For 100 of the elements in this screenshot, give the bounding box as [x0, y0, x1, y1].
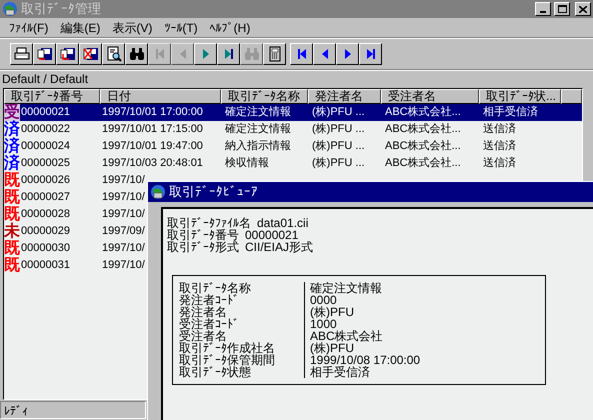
magnifier-page-icon — [106, 46, 122, 62]
table-row[interactable]: 既00000028 1997/10/ — [4, 206, 147, 223]
path-label: Default / Default — [2, 70, 88, 88]
toolbar-button[interactable] — [56, 43, 79, 65]
toolbar-button[interactable] — [79, 43, 102, 65]
table-cell-text: 00000025 — [20, 156, 70, 172]
floppy-delete-icon — [82, 46, 98, 62]
toolbar-button[interactable] — [125, 43, 148, 65]
toolbar-button[interactable] — [263, 43, 286, 65]
table-cell: 1997/10/ — [102, 174, 145, 186]
table-row[interactable]: 済00000024 1997/10/01 19:47:00 納入指示情報 (株)PFU ... ABC株式会社... 送信済 — [4, 138, 582, 155]
toolbar-button[interactable] — [359, 43, 382, 65]
table-cell: ABC株式会社... — [385, 123, 461, 136]
menu-item[interactable]: ﾍﾙﾌﾟ(H) — [206, 18, 254, 36]
minimize-icon — [540, 11, 546, 13]
field-value: CII/EIAJ形式 — [245, 241, 314, 253]
table-cell-text: 00000031 — [20, 258, 70, 274]
table-row[interactable]: 受00000021 1997/10/01 17:00:00 確定注文情報 (株)PFU ... ABC株式会社... 相手受信済 — [4, 104, 582, 121]
table-cell: ABC株式会社... — [385, 140, 461, 152]
toolbar-button[interactable] — [336, 43, 359, 65]
status-mark: 既 — [4, 206, 20, 223]
table-cell: ABC株式会社... — [385, 157, 461, 170]
table-cell: 1997/10/01 17:00:00 — [102, 106, 203, 118]
table-cell: 1997/10/ — [102, 208, 145, 220]
field-value: (株)PFU — [310, 342, 354, 354]
field-value: 1999/10/08 17:00:00 — [310, 354, 420, 366]
toolbar-button[interactable] — [10, 43, 33, 65]
field-label: 発注者名 — [179, 306, 228, 318]
close-icon — [579, 6, 587, 12]
column-header[interactable]: 発注者名 — [308, 89, 381, 104]
minimize-button[interactable] — [535, 2, 551, 16]
field-label: 取引ﾃﾞｰﾀ状態 — [179, 366, 251, 378]
table-cell: ABC株式会社... — [385, 106, 461, 118]
status-mark: 既 — [4, 257, 20, 274]
field-label: 取引ﾃﾞｰﾀ作成社名 — [179, 342, 276, 354]
binoculars-icon — [128, 46, 144, 62]
window-title: 取引ﾃﾞｰﾀﾋﾞｭｰｱ — [169, 183, 258, 202]
table-row[interactable]: 既00000026 1997/10/ — [4, 172, 147, 189]
column-header[interactable]: 取引ﾃﾞｰﾀ状... — [479, 89, 561, 104]
menu-item[interactable]: 表示(V) — [109, 18, 156, 36]
status-mark: 受 — [4, 104, 20, 121]
field-label: 取引ﾃﾞｰﾀ番号 — [167, 229, 239, 241]
table-cell: 送信済 — [483, 140, 516, 152]
maximize-icon — [558, 5, 566, 13]
maximize-button[interactable] — [554, 2, 570, 16]
table-cell-text: 00000028 — [20, 207, 70, 222]
field-value: (株)PFU — [310, 306, 355, 318]
table-cell: 1997/09/ — [102, 225, 145, 238]
table-row[interactable]: 済00000025 1997/10/03 20:48:01 検収情報 (株)PFU ... ABC株式会社... 送信済 — [4, 155, 582, 172]
table-cell: 送信済 — [483, 123, 516, 136]
table-cell: (株)PFU ... — [312, 106, 365, 118]
table-row[interactable]: 済00000022 1997/10/01 17:15:00 確定注文情報 (株)PFU ... ABC株式会社... 送信済 — [4, 121, 582, 138]
field-value: data01.cii — [257, 217, 308, 229]
table-cell: 検収情報 — [225, 157, 269, 170]
menu-item[interactable]: ﾌｧｲﾙ(F) — [6, 18, 52, 36]
field-value: ABC株式会社 — [310, 330, 384, 342]
table-cell: 1997/10/01 19:47:00 — [102, 140, 203, 152]
field-value: 確定注文情報 — [310, 282, 383, 294]
table-row[interactable]: 既00000031 1997/10/ — [4, 257, 147, 274]
field-label: 取引ﾃﾞｰﾀ名称 — [179, 282, 252, 294]
toolbar-button[interactable] — [194, 43, 217, 65]
toolbar-button[interactable] — [313, 43, 336, 65]
status-mark: 済 — [4, 138, 20, 155]
field-label: 取引ﾃﾞｰﾀ保管期間 — [179, 354, 276, 366]
status-text: ﾚﾃﾞｨ — [0, 401, 146, 419]
printer-icon — [14, 46, 30, 62]
globe-icon — [150, 184, 166, 200]
binoculars-icon — [244, 46, 260, 62]
close-button[interactable] — [575, 2, 591, 16]
toolbar-button[interactable] — [290, 43, 313, 65]
field-label: 発注者ｺｰﾄﾞ — [179, 294, 239, 306]
toolbar-button[interactable] — [33, 43, 56, 65]
table-cell: 確定注文情報 — [225, 106, 291, 118]
globe-icon — [2, 1, 18, 17]
field-value: 1000 — [310, 318, 337, 330]
toolbar-button[interactable] — [217, 43, 240, 65]
window-title: 取引ﾃﾞｰﾀ管理 — [21, 0, 102, 18]
table-row[interactable]: 既00000030 1997/10/ — [4, 240, 147, 257]
table-cell-text: 00000027 — [20, 190, 70, 206]
menu-item[interactable]: 編集(E) — [57, 18, 104, 36]
table-cell-text: 00000029 — [20, 224, 70, 240]
menu-item[interactable]: ﾂｰﾙ(T) — [161, 18, 201, 36]
field-label: 受注者名 — [179, 330, 227, 342]
field-label: 取引ﾃﾞｰﾀ形式 — [167, 241, 239, 253]
status-mark: 既 — [4, 189, 20, 206]
column-header[interactable]: 取引ﾃﾞｰﾀ名称 — [221, 89, 308, 104]
column-header[interactable]: 日付 — [100, 89, 221, 104]
table-row[interactable]: 既00000027 1997/10/ — [4, 189, 147, 206]
table-cell: 1997/10/01 17:15:00 — [102, 123, 203, 136]
column-header[interactable]: 受注者名 — [381, 89, 479, 104]
status-mark: 済 — [4, 121, 20, 138]
column-header[interactable]: 取引ﾃﾞｰﾀ番号 — [4, 89, 100, 104]
field-label: 受注者ｺｰﾄﾞ — [179, 318, 240, 330]
table-row[interactable]: 未00000029 1997/09/ — [4, 223, 147, 240]
table-cell-text: 00000026 — [20, 173, 70, 188]
field-value: 0000 — [310, 294, 337, 306]
table-cell: 相手受信済 — [483, 106, 538, 118]
toolbar-button[interactable] — [102, 43, 125, 65]
column-header — [561, 89, 582, 104]
table-cell: 確定注文情報 — [225, 123, 291, 136]
